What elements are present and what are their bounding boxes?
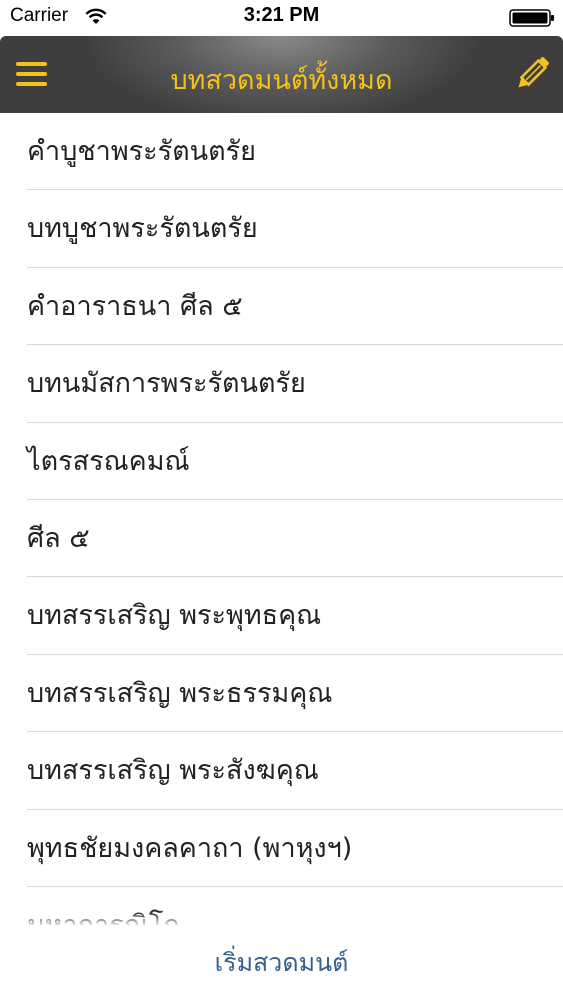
- list-item[interactable]: บทสรรเสริญ พระสังฆคุณ: [0, 732, 563, 810]
- status-bar: Carrier 3:21 PM: [0, 0, 563, 36]
- start-chanting-button[interactable]: เริ่มสวดมนต์: [0, 943, 563, 983]
- list-item[interactable]: คำอาราธนา ศีล ๕: [0, 268, 563, 346]
- list-item[interactable]: บทสรรเสริญ พระธรรมคุณ: [0, 655, 563, 733]
- list-item[interactable]: ไตรสรณคมณ์: [0, 423, 563, 501]
- list-item[interactable]: คำบูชาพระรัตนตรัย: [0, 113, 563, 191]
- hamburger-menu-icon[interactable]: [10, 54, 52, 94]
- list-item[interactable]: มหาการุณิโก: [0, 887, 563, 925]
- list-item[interactable]: บทสรรเสริญ พระพุทธคุณ: [0, 577, 563, 656]
- battery-icon: [509, 9, 554, 27]
- list-item[interactable]: บทบูชาพระรัตนตรัย: [0, 190, 563, 269]
- status-time: 3:21 PM: [243, 4, 320, 26]
- navigation-bar: บทสวดมนต์ทั้งหมด: [0, 36, 563, 113]
- prayer-list: คำบูชาพระรัตนตรัย บทบูชาพระรัตนตรัย คำอา…: [0, 113, 563, 925]
- page-title: บทสวดมนต์ทั้งหมด: [170, 65, 393, 96]
- list-item[interactable]: บทนมัสการพระรัตนตรัย: [0, 345, 563, 423]
- pencil-edit-icon[interactable]: [513, 56, 551, 92]
- list-item[interactable]: ศีล ๕: [0, 500, 563, 578]
- bottom-toolbar: เริ่มสวดมนต์: [0, 925, 563, 1000]
- list-item[interactable]: พุทธชัยมงคลคาถา (พาหุงฯ): [0, 810, 563, 888]
